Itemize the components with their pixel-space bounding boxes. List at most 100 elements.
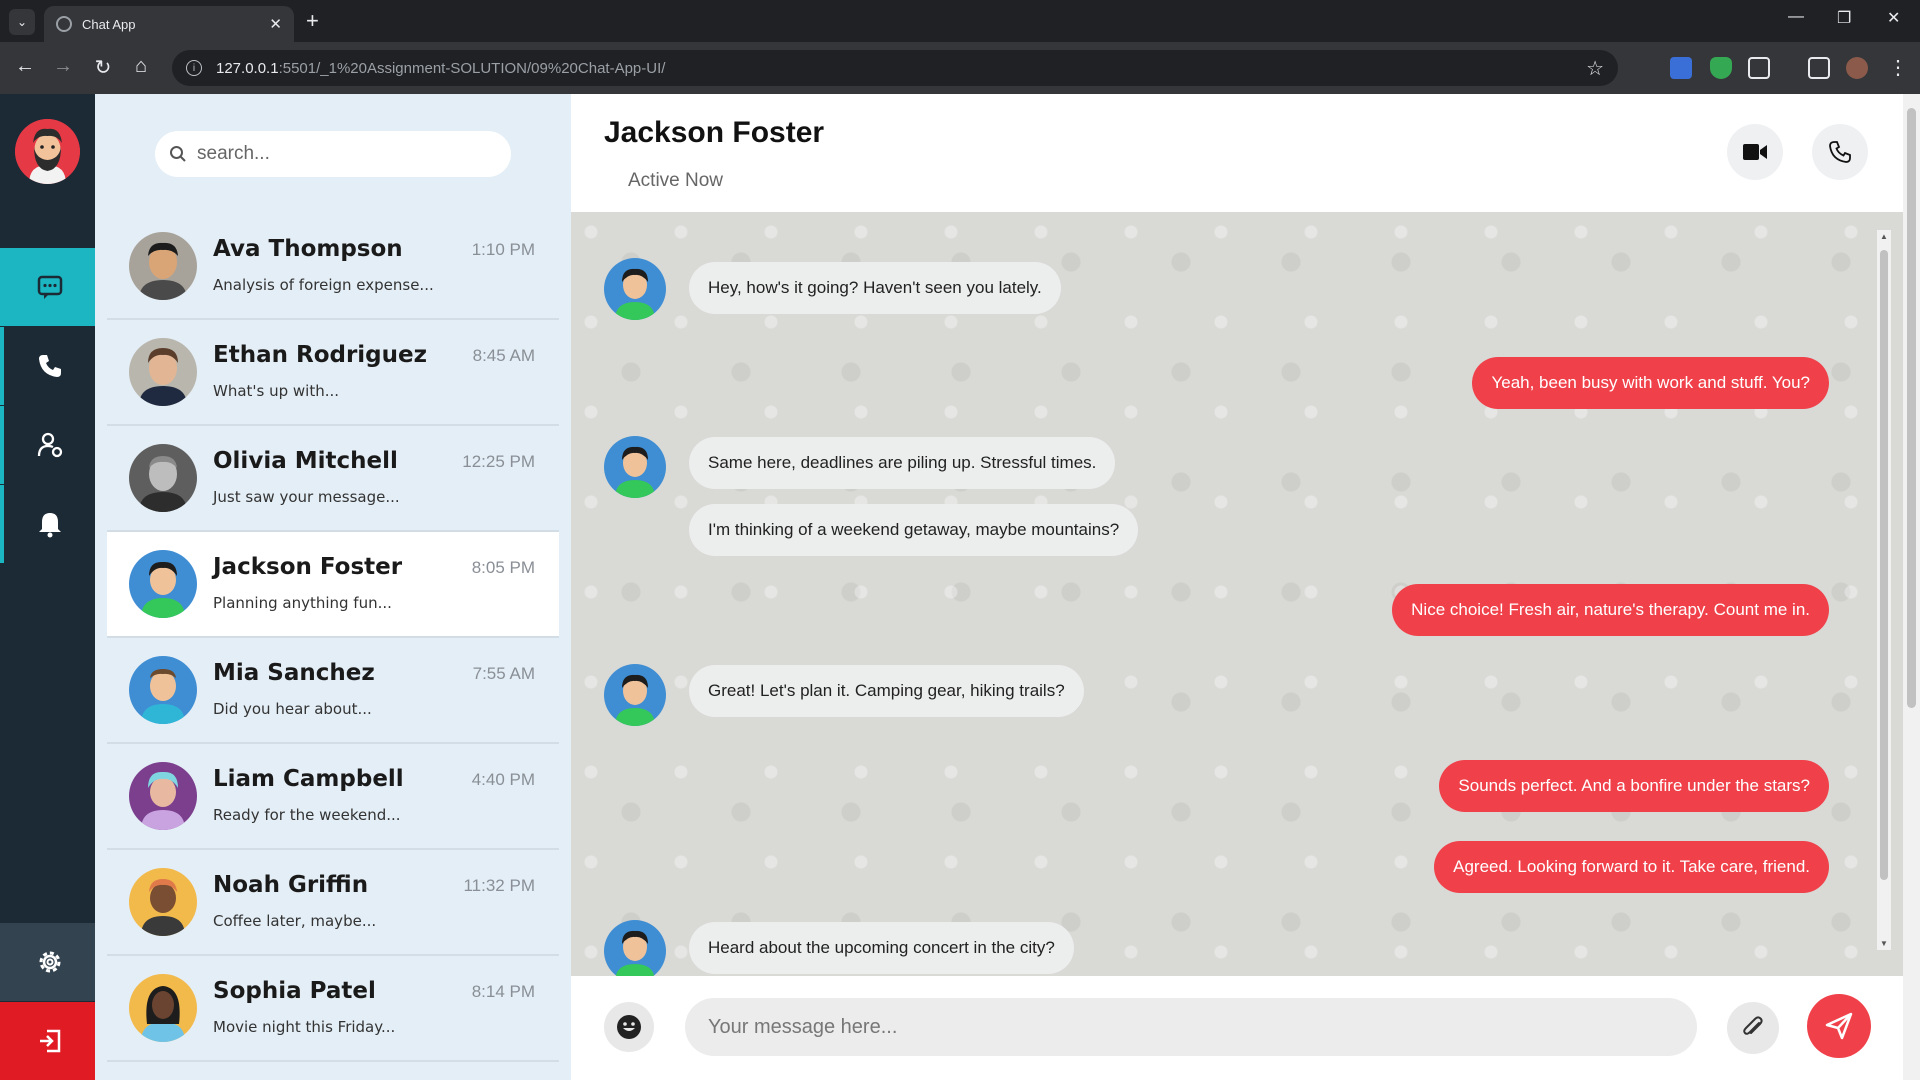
paperclip-icon [1743,1016,1763,1035]
message-time: 7:55 AM [472,664,535,683]
globe-icon [56,16,72,32]
address-bar[interactable]: i 127.0.0.1:5501/_1%20Assignment-SOLUTIO… [172,50,1618,86]
site-info-icon[interactable]: i [186,60,202,76]
translate-extension-icon[interactable] [1670,57,1692,79]
avatar [129,868,197,936]
gear-icon [39,951,60,973]
chat-item-ethan-rodriguez[interactable]: Ethan Rodriguez 8:45 AM What's up with..… [107,320,559,426]
page-scrollbar[interactable] [1903,94,1920,1080]
message-thread[interactable]: Hey, how's it going? Haven't seen you la… [571,212,1903,976]
menu-dots-icon[interactable]: ⋮ [1885,55,1911,80]
scroll-up-arrow[interactable]: ▲ [1880,232,1888,241]
presence-status: Active Now [628,170,724,191]
chat-item-ava-thompson[interactable]: Ava Thompson 1:10 PM Analysis of foreign… [107,214,559,320]
emoji-button[interactable] [604,1002,654,1052]
contact-name: Olivia Mitchell [213,448,398,474]
message-time: 1:10 PM [471,240,535,259]
chat-item-jackson-foster[interactable]: Jackson Foster 8:05 PM Planning anything… [107,532,559,638]
shield-extension-icon[interactable] [1710,57,1732,79]
conversation-pane: Jackson Foster Active Now Hey, how's it … [571,94,1903,1080]
chat-list: Ava Thompson 1:10 PM Analysis of foreign… [107,214,559,1062]
avatar [129,232,197,300]
chat-list-pane: Ava Thompson 1:10 PM Analysis of foreign… [95,94,571,1080]
message-preview: Just saw your message... [213,488,400,506]
scroll-down-arrow[interactable]: ▼ [1880,939,1888,948]
message-incoming: Same here, deadlines are piling up. Stre… [689,437,1116,489]
contact-name: Mia Sanchez [213,660,375,686]
send-icon [1825,1012,1853,1040]
url-host: 127.0.0.1 [216,59,279,77]
contact-title: Jackson Foster [604,116,825,149]
avatar [129,762,197,830]
message-outgoing: Sounds perfect. And a bonfire under the … [1439,760,1829,812]
chat-app: Ava Thompson 1:10 PM Analysis of foreign… [0,94,1920,1080]
forward-icon[interactable]: → [50,55,76,78]
message-time: 8:14 PM [471,982,535,1001]
avatar [129,444,197,512]
message-outgoing: Yeah, been busy with work and stuff. You… [1472,357,1829,409]
message-scrollbar[interactable]: ▲ ▼ [1877,230,1891,950]
video-call-button[interactable] [1727,124,1783,180]
close-window-icon[interactable]: ✕ [1887,8,1900,28]
restore-icon[interactable]: ❐ [1837,8,1851,28]
rail-settings[interactable] [0,923,95,1001]
rail-contacts[interactable] [0,406,95,484]
message-preview: Analysis of foreign expense... [213,276,434,294]
logout-icon [39,1029,60,1053]
reload-icon[interactable]: ↻ [90,55,116,80]
profile-avatar[interactable] [1846,57,1868,79]
chat-item-noah-griffin[interactable]: Noah Griffin 11:32 PM Coffee later, mayb… [107,850,559,956]
message-preview: Ready for the weekend... [213,806,401,824]
page-scroll-thumb[interactable] [1907,108,1916,708]
rail-calls[interactable] [0,327,95,405]
side-panel-icon[interactable] [1808,57,1830,79]
message-time: 8:05 PM [471,558,535,577]
sender-avatar [604,258,666,320]
back-icon[interactable]: ← [12,55,38,78]
user-settings-icon [37,432,62,458]
message-outgoing: Nice choice! Fresh air, nature's therapy… [1392,584,1829,636]
video-camera-icon [1743,144,1767,160]
conversation-header: Jackson Foster Active Now [571,94,1903,212]
bookmark-star-icon[interactable]: ☆ [1586,56,1604,81]
close-tab-icon[interactable]: ✕ [269,15,282,33]
message-time: 8:45 AM [472,346,535,365]
chat-item-liam-campbell[interactable]: Liam Campbell 4:40 PM Ready for the week… [107,744,559,850]
new-tab-button[interactable]: + [306,10,319,32]
sender-avatar [604,436,666,498]
search-input[interactable] [197,143,487,165]
message-preview: Planning anything fun... [213,594,392,612]
message-input[interactable] [685,998,1697,1056]
my-avatar[interactable] [15,119,80,184]
rail-logout[interactable] [0,1002,95,1080]
message-preview: Movie night this Friday... [213,1018,396,1036]
home-icon[interactable]: ⌂ [128,55,154,78]
minimize-icon[interactable]: — [1788,8,1804,26]
avatar [129,338,197,406]
message-time: 12:25 PM [462,452,535,471]
avatar [129,656,197,724]
sender-avatar [604,920,666,976]
message-incoming: Hey, how's it going? Haven't seen you la… [689,262,1061,314]
contact-name: Sophia Patel [213,978,376,1004]
chat-icon [37,275,62,299]
contact-name: Ethan Rodriguez [213,342,428,368]
chat-item-mia-sanchez[interactable]: Mia Sanchez 7:55 AM Did you hear about..… [107,638,559,744]
voice-call-button[interactable] [1812,124,1868,180]
attach-button[interactable] [1727,1002,1779,1054]
browser-tab[interactable]: Chat App ✕ [44,6,294,42]
rail-chats[interactable] [0,248,95,326]
message-time: 4:40 PM [471,770,535,789]
url-path: :5501/_1%20Assignment-SOLUTION/09%20Chat… [278,59,666,77]
tab-search-button[interactable]: ⌄ [9,9,35,35]
message-composer [571,976,1903,1080]
scroll-thumb[interactable] [1880,250,1888,880]
send-button[interactable] [1807,994,1871,1058]
rail-notifications[interactable] [0,485,95,563]
extensions-puzzle-icon[interactable] [1748,57,1770,79]
chat-item-olivia-mitchell[interactable]: Olivia Mitchell 12:25 PM Just saw your m… [107,426,559,532]
contact-name: Liam Campbell [213,766,404,792]
phone-icon [1829,141,1851,163]
sender-avatar [604,664,666,726]
chat-item-sophia-patel[interactable]: Sophia Patel 8:14 PM Movie night this Fr… [107,956,559,1062]
